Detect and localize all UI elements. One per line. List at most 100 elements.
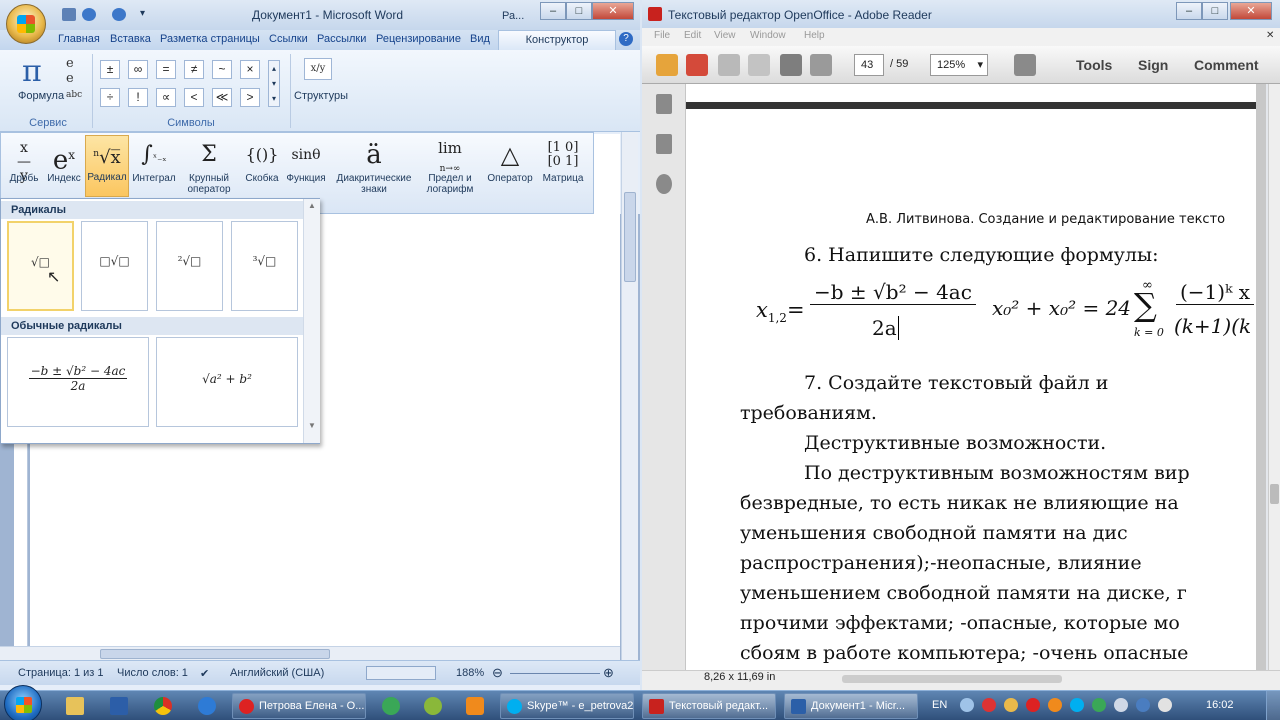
word-vertical-scrollbar[interactable] bbox=[621, 132, 638, 660]
scroll-down-icon[interactable]: ▼ bbox=[308, 421, 316, 430]
scroll-up-icon[interactable]: ▲ bbox=[308, 201, 316, 210]
professional-format-icon[interactable]: e e abc bbox=[66, 56, 82, 103]
formula-pi-icon[interactable]: π bbox=[22, 54, 42, 89]
symbol-much-less[interactable]: ≪ bbox=[212, 88, 232, 107]
explorer-icon[interactable] bbox=[66, 697, 84, 715]
symbol-tilde[interactable]: ~ bbox=[212, 60, 232, 79]
structures-icon[interactable]: x/y bbox=[304, 58, 332, 80]
reader-minimize-button[interactable]: – bbox=[1176, 2, 1202, 20]
status-words[interactable]: Число слов: 1 bbox=[117, 667, 188, 679]
status-page[interactable]: Страница: 1 из 1 bbox=[18, 667, 104, 679]
sign-button[interactable]: Sign bbox=[1138, 57, 1168, 73]
status-language[interactable]: Английский (США) bbox=[230, 667, 324, 679]
tools-button[interactable]: Tools bbox=[1076, 57, 1112, 73]
taskbar-adobe-reader[interactable]: Текстовый редакт... bbox=[642, 693, 776, 719]
office-button[interactable] bbox=[6, 4, 46, 44]
zoom-select[interactable]: 125% ▾ bbox=[930, 54, 988, 76]
tab-mailings[interactable]: Рассылки bbox=[317, 33, 366, 45]
redo-icon[interactable] bbox=[112, 8, 126, 21]
zoom-out-icon[interactable]: ⊖ bbox=[492, 665, 503, 681]
edit-icon[interactable] bbox=[718, 54, 740, 76]
reader-document-view[interactable]: А.В. Литвинова. Создание и редактировани… bbox=[686, 84, 1266, 670]
accent-button[interactable]: ä Диакритические знаки bbox=[331, 137, 417, 199]
create-pdf-icon[interactable] bbox=[686, 54, 708, 76]
tray-icon[interactable] bbox=[960, 698, 974, 712]
maximize-button[interactable]: □ bbox=[566, 2, 592, 20]
tab-view[interactable]: Вид bbox=[470, 33, 490, 45]
radical-nth-root[interactable]: □√□ bbox=[81, 221, 148, 311]
script-button[interactable]: ex Индекс bbox=[45, 137, 83, 199]
page-number-input[interactable]: 43 bbox=[854, 54, 884, 76]
tab-home[interactable]: Главная bbox=[58, 33, 100, 45]
language-indicator[interactable]: EN bbox=[932, 699, 947, 711]
large-operator-button[interactable]: Σ Крупный оператор bbox=[179, 137, 239, 199]
radical-square-root[interactable]: √□ bbox=[7, 221, 74, 311]
close-button[interactable]: ✕ bbox=[592, 2, 634, 20]
bracket-button[interactable]: {()} Скобка bbox=[241, 137, 283, 199]
save-icon[interactable] bbox=[748, 54, 770, 76]
tray-icon[interactable] bbox=[1092, 698, 1106, 712]
taskbar-opera[interactable]: Петрова Елена - О... bbox=[232, 693, 366, 719]
fraction-button[interactable]: x — y Дробь bbox=[5, 137, 43, 199]
chrome-icon[interactable] bbox=[154, 697, 172, 715]
zoom-in-icon[interactable]: ⊕ bbox=[603, 665, 614, 681]
network-icon[interactable] bbox=[1136, 698, 1150, 712]
bookmarks-panel-icon[interactable] bbox=[656, 134, 672, 154]
radical-degree-3[interactable]: ³√□ bbox=[231, 221, 298, 311]
menu-file[interactable]: File bbox=[654, 30, 670, 41]
symbol-divide[interactable]: ÷ bbox=[100, 88, 120, 107]
tray-icon[interactable] bbox=[1026, 698, 1040, 712]
integral-button[interactable]: ∫ˣ₋ₓ Интеграл bbox=[129, 137, 179, 199]
tray-icon[interactable] bbox=[1070, 698, 1084, 712]
function-button[interactable]: sinθ Функция bbox=[283, 137, 329, 199]
symbol-not-equal[interactable]: ≠ bbox=[184, 60, 204, 79]
word-hscroll-thumb[interactable] bbox=[100, 649, 330, 659]
tab-constructor[interactable]: Конструктор bbox=[498, 30, 616, 50]
tray-icon[interactable] bbox=[1114, 698, 1128, 712]
menu-help[interactable]: Help bbox=[804, 30, 825, 41]
formula-label[interactable]: Формула bbox=[18, 90, 64, 102]
operator-button[interactable]: △ Оператор bbox=[483, 137, 537, 199]
reader-hscroll-thumb[interactable] bbox=[842, 675, 1062, 683]
reader-close-button[interactable]: ✕ bbox=[1230, 2, 1272, 20]
tab-page-layout[interactable]: Разметка страницы bbox=[160, 33, 260, 45]
menu-view[interactable]: View bbox=[714, 30, 736, 41]
tab-insert[interactable]: Вставка bbox=[110, 33, 151, 45]
taskbar-word[interactable]: Документ1 - Micr... bbox=[784, 693, 918, 719]
pythagorean-item[interactable]: √a² + b² bbox=[156, 337, 298, 427]
qat-dropdown-icon[interactable]: ▾ bbox=[140, 8, 145, 19]
attachments-panel-icon[interactable] bbox=[656, 174, 672, 194]
start-button[interactable] bbox=[4, 685, 42, 720]
fullscreen-icon[interactable] bbox=[1014, 54, 1036, 76]
status-zoom[interactable]: 188% bbox=[456, 667, 484, 679]
volume-icon[interactable] bbox=[1158, 698, 1172, 712]
menu-edit[interactable]: Edit bbox=[684, 30, 701, 41]
matrix-button[interactable]: [1 0] [0 1] Матрица bbox=[537, 137, 589, 199]
radical-degree-2[interactable]: ²√□ bbox=[156, 221, 223, 311]
comment-button[interactable]: Comment bbox=[1194, 57, 1259, 73]
tray-icon[interactable] bbox=[1048, 698, 1062, 712]
tab-references[interactable]: Ссылки bbox=[269, 33, 308, 45]
reader-maximize-button[interactable]: □ bbox=[1202, 2, 1228, 20]
gallery-scrollbar[interactable]: ▲ ▼ bbox=[303, 199, 320, 443]
symbol-greater[interactable]: > bbox=[240, 88, 260, 107]
menu-window[interactable]: Window bbox=[750, 30, 786, 41]
email-icon[interactable] bbox=[810, 54, 832, 76]
word-scroll-thumb[interactable] bbox=[624, 192, 636, 282]
media-player-icon[interactable] bbox=[110, 697, 128, 715]
app-green-icon[interactable] bbox=[382, 697, 400, 715]
symbol-equals[interactable]: = bbox=[156, 60, 176, 79]
print-icon[interactable] bbox=[780, 54, 802, 76]
symbol-infinity[interactable]: ∞ bbox=[128, 60, 148, 79]
view-buttons[interactable] bbox=[366, 666, 436, 680]
pages-panel-icon[interactable] bbox=[656, 94, 672, 114]
tab-review[interactable]: Рецензирование bbox=[376, 33, 461, 45]
symbol-less[interactable]: < bbox=[184, 88, 204, 107]
symbol-times[interactable]: × bbox=[240, 60, 260, 79]
symbol-proportional[interactable]: ∝ bbox=[156, 88, 176, 107]
show-desktop-button[interactable] bbox=[1266, 691, 1280, 720]
odnoklassniki-icon[interactable] bbox=[466, 697, 484, 715]
clock[interactable]: 16:02 bbox=[1206, 699, 1234, 711]
open-icon[interactable] bbox=[656, 54, 678, 76]
spellcheck-icon[interactable]: ✔ bbox=[200, 667, 209, 680]
